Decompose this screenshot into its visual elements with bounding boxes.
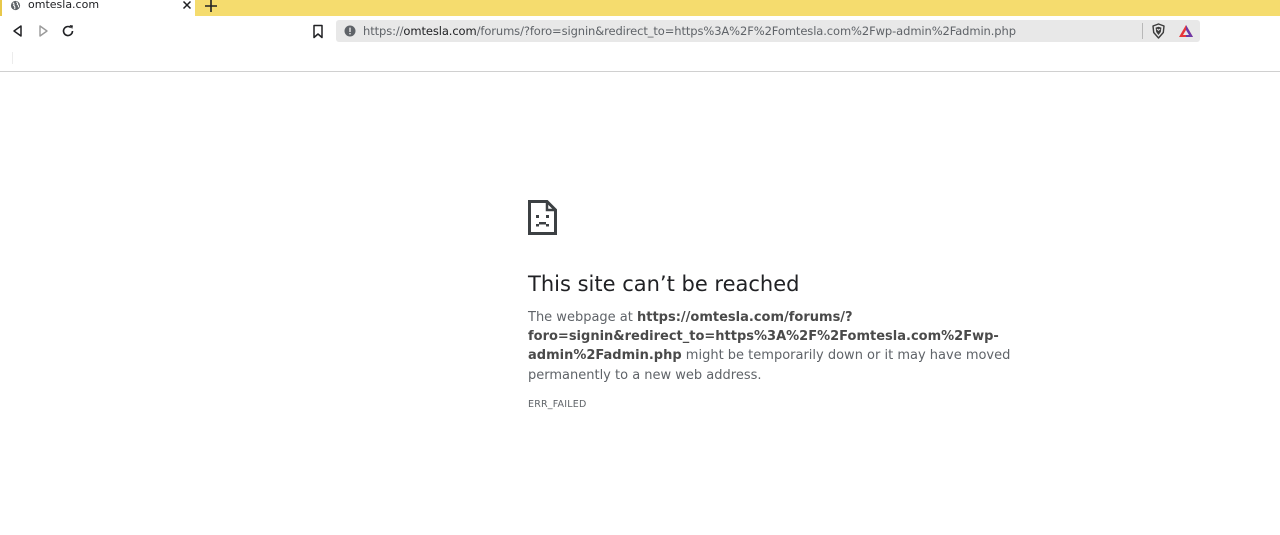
sad-page-icon	[528, 200, 557, 235]
error-url-line3: admin%2Fadmin.php	[528, 348, 682, 364]
bookmarks-bar-handle	[12, 52, 13, 64]
error-title: This site can’t be reached	[528, 272, 800, 296]
error-url-line1: https://omtesla.com/forums/?	[637, 310, 853, 325]
brave-rewards-icon[interactable]	[1178, 24, 1194, 38]
bookmarks-bar	[0, 46, 1280, 72]
address-bar-url[interactable]: https://omtesla.com/forums/?foro=signin&…	[363, 23, 1016, 39]
back-icon[interactable]	[10, 23, 26, 39]
url-host: omtesla.com	[403, 24, 477, 38]
url-scheme: https://	[363, 24, 404, 38]
close-icon[interactable]	[181, 0, 193, 11]
address-bar-divider	[1142, 23, 1143, 39]
globe-icon	[10, 0, 21, 11]
forward-icon[interactable]	[35, 23, 51, 39]
reload-icon[interactable]	[60, 23, 76, 39]
tab-strip: omtesla.com	[0, 0, 1280, 16]
bookmark-icon[interactable]	[311, 24, 325, 39]
error-code: ERR_FAILED	[528, 399, 587, 410]
error-page: This site can’t be reached The webpage a…	[0, 72, 1280, 535]
toolbar: https://omtesla.com/forums/?foro=signin&…	[0, 16, 1280, 46]
address-bar[interactable]: https://omtesla.com/forums/?foro=signin&…	[336, 20, 1200, 42]
info-icon[interactable]	[344, 25, 356, 37]
brave-shields-icon[interactable]	[1151, 23, 1166, 39]
url-path: /forums/?foro=signin&redirect_to=https%3…	[476, 24, 1016, 38]
error-url-line2: foro=signin&redirect_to=https%3A%2F%2Fom…	[528, 329, 999, 345]
tab-active[interactable]: omtesla.com	[0, 0, 195, 16]
error-desc-prefix: The webpage at	[528, 310, 637, 325]
new-tab-icon[interactable]	[203, 0, 219, 14]
tab-title: omtesla.com	[28, 0, 100, 11]
error-description: The webpage at https://omtesla.com/forum…	[528, 308, 1018, 385]
